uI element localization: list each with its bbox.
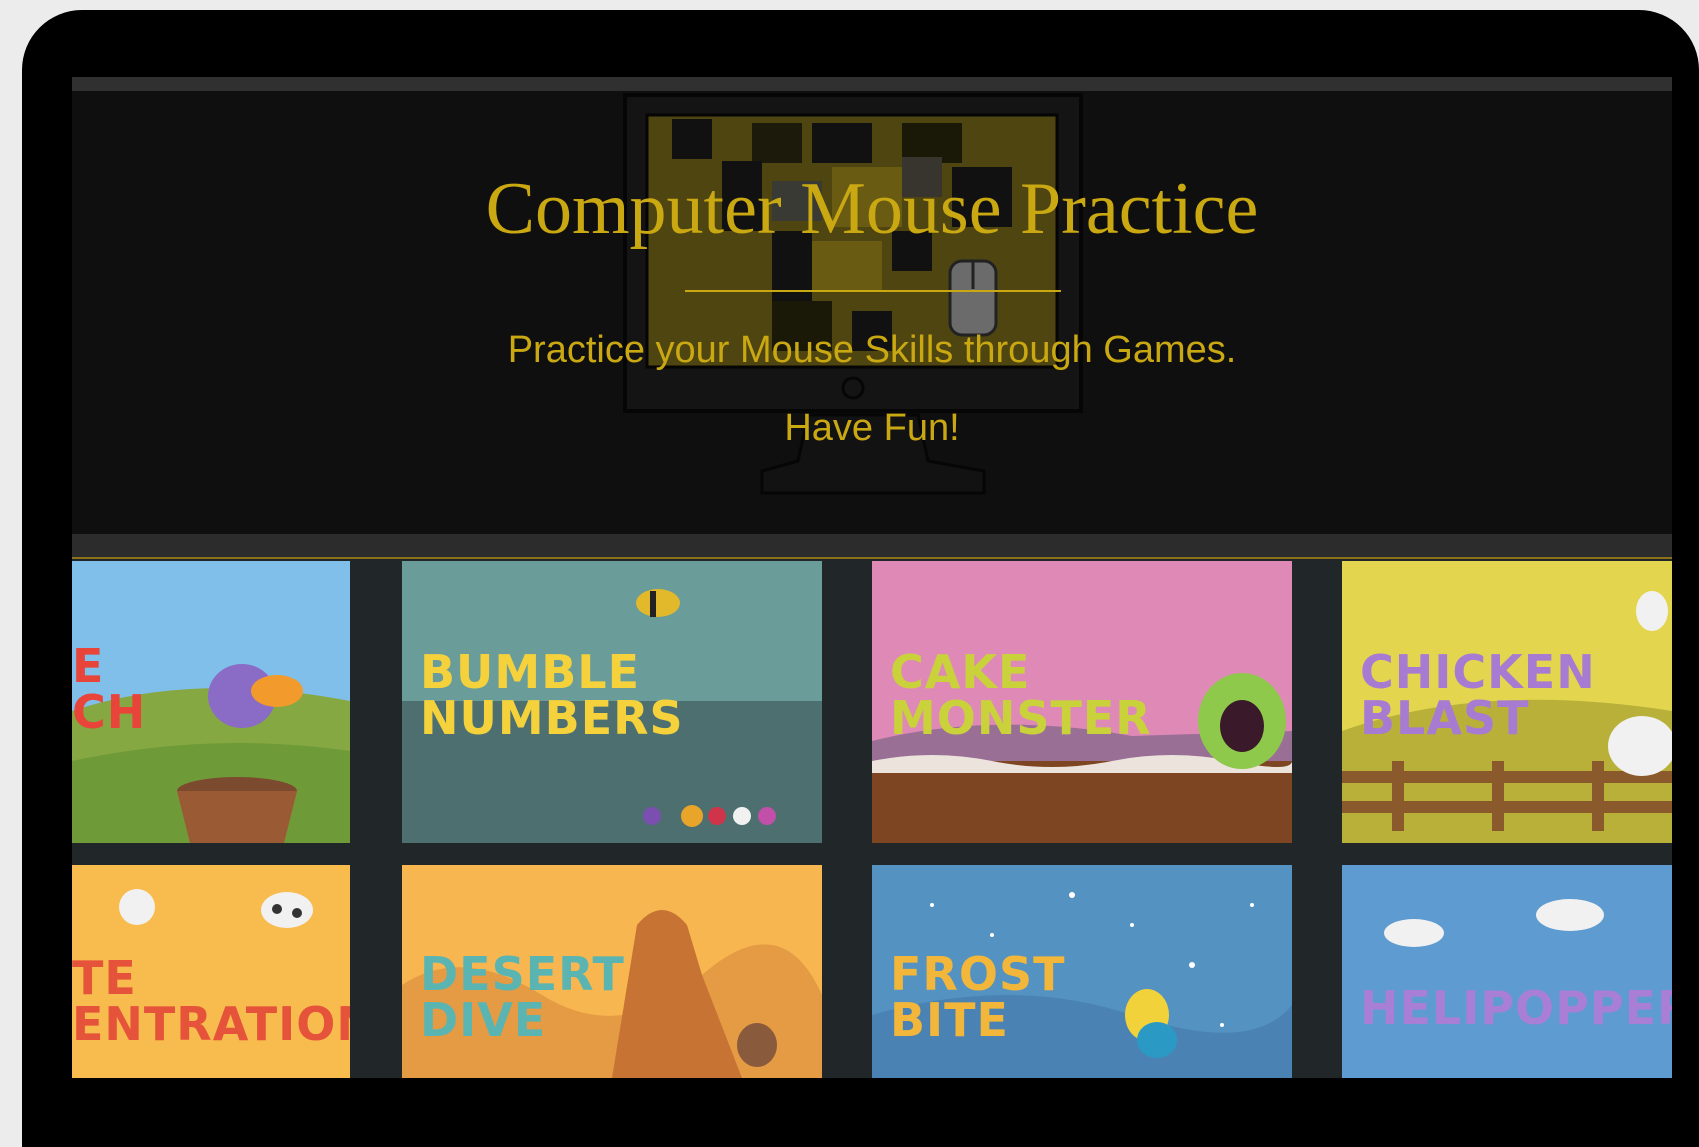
game-card-bumble-numbers-title: BUMBLE NUMBERS [420,645,684,745]
game-card-desert-dive-title: DESERT DIVE [420,947,625,1047]
game-card-5[interactable]: TE ENTRATION [72,865,350,1078]
hero-banner: Computer Mouse Practice Practice your Mo… [72,91,1672,534]
game-card-chicken-blast[interactable]: CHICKEN BLAST [1342,561,1672,843]
game-card-helipopper-title: HELIPOPPER [1360,981,1672,1035]
game-card-chicken-blast-title: CHICKEN BLAST [1360,645,1596,745]
top-strip [72,77,1672,91]
game-card-1[interactable]: E CH [72,561,350,843]
hero-tagline: Have Fun! [784,407,960,449]
title-underline [685,290,1061,292]
game-card-cake-monster-title: CAKE MONSTER [890,645,1152,745]
game-card-frost-bite[interactable]: FROST BITE [872,865,1292,1078]
page-title: Computer Mouse Practice [485,168,1259,250]
game-grid: E CH BUMBLE NUMBERS CAKE MONSTER CHICKEN… [72,559,1672,1078]
monitor-illustration [623,93,1083,495]
game-card-desert-dive[interactable]: DESERT DIVE [402,865,822,1078]
browser-viewport: Computer Mouse Practice Practice your Mo… [72,77,1672,1078]
game-card-bumble-numbers[interactable]: BUMBLE NUMBERS [402,561,822,843]
game-card-cake-monster[interactable]: CAKE MONSTER [872,561,1292,843]
hero-subtitle: Practice your Mouse Skills through Games… [507,329,1237,371]
game-card-frost-bite-title: FROST BITE [890,947,1066,1047]
game-card-5-title: TE ENTRATION [72,951,350,1051]
game-card-1-title: E CH [72,639,147,739]
game-card-helipopper[interactable]: HELIPOPPER [1342,865,1672,1078]
